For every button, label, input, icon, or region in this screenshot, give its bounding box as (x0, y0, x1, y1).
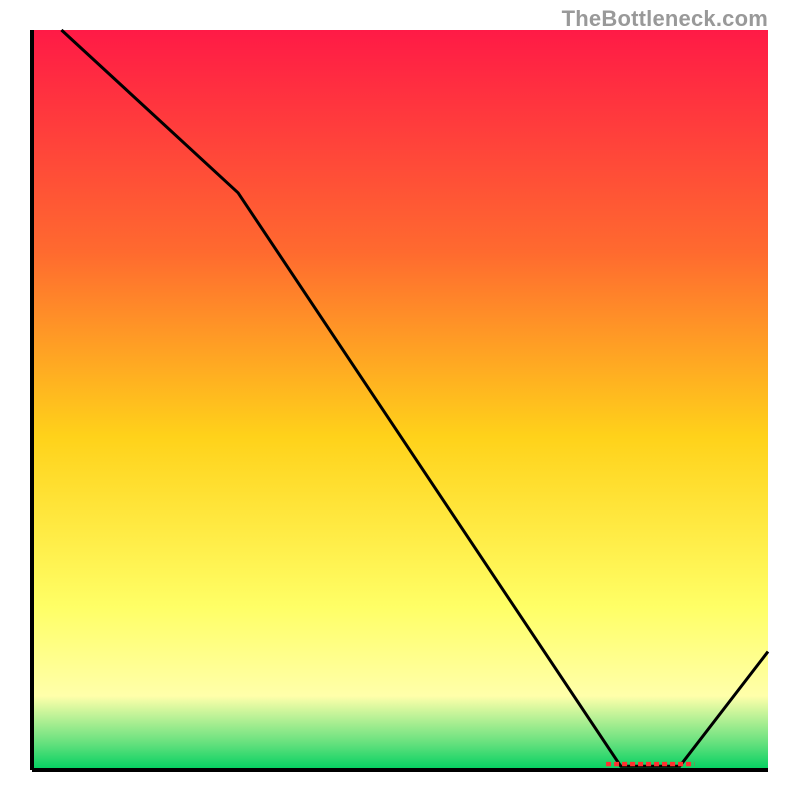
chart-container: TheBottleneck.com (0, 0, 800, 800)
chart-svg (0, 0, 800, 800)
gradient-background (32, 30, 768, 770)
